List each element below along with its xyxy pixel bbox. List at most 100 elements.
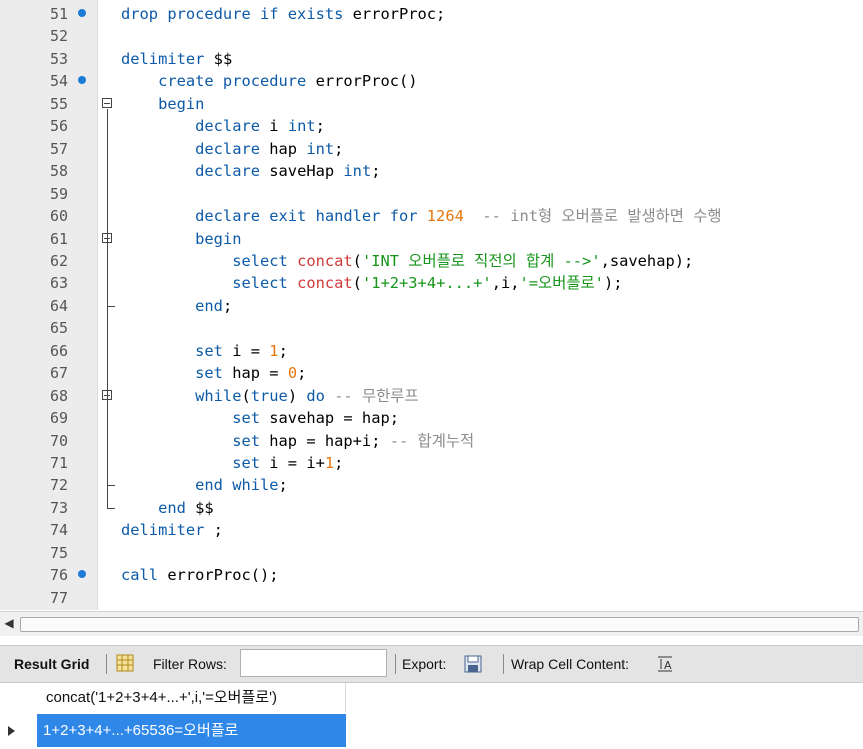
toolbar-divider	[395, 654, 396, 674]
code-line[interactable]: 60 declare exit handler for 1264 -- int형…	[0, 205, 863, 227]
current-row-icon	[8, 726, 15, 736]
code-line[interactable]: 70 set hap = hap+i; -- 합계누적	[0, 430, 863, 452]
line-number: 67	[49, 364, 68, 383]
code-line[interactable]: 63 select concat('1+2+3+4+...+',i,'=오버플로…	[0, 272, 863, 294]
code-text: create procedure errorProc()	[121, 72, 418, 91]
fold-guide	[107, 243, 108, 306]
code-line[interactable]: 72 end while;	[0, 474, 863, 496]
code-line[interactable]: 68 while(true) do -- 무한루프	[0, 385, 863, 407]
code-line[interactable]: 67 set hap = 0;	[0, 362, 863, 384]
scrollbar-thumb[interactable]	[20, 617, 859, 632]
code-line[interactable]: 56 declare i int;	[0, 115, 863, 137]
code-line[interactable]: 69 set savehap = hap;	[0, 407, 863, 429]
line-number: 68	[49, 386, 68, 405]
line-number: 54	[49, 72, 68, 91]
statement-marker-icon	[78, 76, 86, 85]
svg-text:A: A	[664, 659, 672, 672]
line-number: 52	[49, 27, 68, 46]
line-number: 74	[49, 521, 68, 540]
code-line[interactable]: 64 end;	[0, 295, 863, 317]
code-text: declare i int;	[121, 117, 325, 136]
code-text: select concat('INT 오버플로 직전의 합계 -->',save…	[121, 251, 694, 270]
wrap-cell-label: Wrap Cell Content:	[511, 656, 630, 672]
line-number: 58	[49, 162, 68, 181]
line-number: 62	[49, 251, 68, 270]
code-line[interactable]: 73 end $$	[0, 497, 863, 519]
code-line[interactable]: 65	[0, 317, 863, 339]
code-line[interactable]: 61 begin	[0, 228, 863, 250]
code-line[interactable]: 74 delimiter ;	[0, 519, 863, 541]
line-number: 71	[49, 454, 68, 472]
code-text: begin	[121, 229, 242, 248]
fold-end-marker	[107, 305, 115, 307]
code-text: drop procedure if exists errorProc;	[121, 5, 446, 23]
code-line[interactable]: 77	[0, 587, 863, 609]
filter-rows-label: Filter Rows:	[153, 656, 227, 672]
code-text: begin	[121, 94, 205, 113]
scroll-left-icon[interactable]: ◀	[2, 615, 16, 631]
code-text: set savehap = hap;	[121, 409, 399, 428]
grid-layout-icon[interactable]	[116, 654, 134, 672]
code-line[interactable]: 52	[0, 25, 863, 47]
code-line[interactable]: 75	[0, 542, 863, 564]
code-text: set i = i+1;	[121, 454, 344, 472]
horizontal-scrollbar[interactable]: ◀	[0, 611, 863, 636]
code-text: declare hap int;	[121, 139, 344, 158]
code-text: delimiter $$	[121, 49, 233, 68]
code-line[interactable]: 66 set i = 1;	[0, 340, 863, 362]
code-line[interactable]: 51 drop procedure if exists errorProc;	[0, 3, 863, 25]
result-grid-tab[interactable]: Result Grid	[14, 646, 89, 682]
result-toolbar: Result Grid Filter Rows: Export: Wrap Ce…	[0, 645, 863, 683]
code-line[interactable]: 71 set i = i+1;	[0, 452, 863, 474]
sql-editor[interactable]: 51 drop procedure if exists errorProc; 52 5…	[0, 0, 863, 610]
fold-end-marker	[107, 507, 115, 509]
fold-guide	[107, 400, 108, 486]
line-number: 72	[49, 476, 68, 495]
fold-end-marker	[107, 485, 115, 487]
toolbar-divider	[503, 654, 504, 674]
toolbar-divider	[106, 654, 107, 674]
export-label: Export:	[402, 656, 447, 672]
line-number: 77	[49, 588, 68, 607]
line-number: 59	[49, 184, 68, 203]
line-number: 53	[49, 49, 68, 68]
code-line[interactable]: 57 declare hap int;	[0, 138, 863, 160]
line-number: 64	[49, 296, 68, 315]
export-icon[interactable]	[463, 654, 483, 674]
line-number: 70	[49, 431, 68, 450]
line-number: 75	[49, 543, 68, 562]
line-number: 56	[49, 117, 68, 136]
code-text: set hap = hap+i; -- 합계누적	[121, 431, 475, 450]
code-line[interactable]: 62 select concat('INT 오버플로 직전의 합계 -->',s…	[0, 250, 863, 272]
code-line[interactable]: 58 declare saveHap int;	[0, 160, 863, 182]
code-text: call errorProc();	[121, 566, 279, 585]
line-number: 57	[49, 139, 68, 158]
fold-toggle-icon[interactable]	[102, 97, 112, 108]
column-header[interactable]: concat('1+2+3+4+...+',i,'=오버플로')	[37, 683, 346, 712]
wrap-text-icon[interactable]: A	[657, 656, 673, 672]
statement-marker-icon	[78, 570, 86, 579]
code-line[interactable]: 55 begin	[0, 93, 863, 115]
code-text: end while;	[121, 476, 288, 495]
result-grid[interactable]: concat('1+2+3+4+...+',i,'=오버플로') 1+2+3+4…	[0, 683, 863, 749]
code-text: while(true) do -- 무한루프	[121, 386, 419, 405]
line-number: 63	[49, 274, 68, 293]
code-line[interactable]: 54 create procedure errorProc()	[0, 70, 863, 92]
code-line[interactable]: 59	[0, 183, 863, 205]
code-text: select concat('1+2+3+4+...+',i,'=오버플로');	[121, 274, 623, 293]
line-number: 60	[49, 207, 68, 226]
code-line[interactable]: 76 call errorProc();	[0, 564, 863, 586]
line-number: 69	[49, 409, 68, 428]
line-number: 76	[49, 566, 68, 585]
code-text: declare saveHap int;	[121, 162, 381, 181]
line-number: 51	[49, 5, 68, 23]
code-text: end;	[121, 296, 233, 315]
result-cell[interactable]: 1+2+3+4+...+65536=오버플로	[37, 714, 346, 747]
code-text: declare exit handler for 1264 -- int형 오버…	[121, 207, 722, 226]
row-header[interactable]	[0, 714, 30, 748]
code-text: set i = 1;	[121, 341, 288, 360]
code-line[interactable]: 53 delimiter $$	[0, 48, 863, 70]
code-text: end $$	[121, 498, 214, 517]
line-number: 66	[49, 341, 68, 360]
filter-rows-input[interactable]	[240, 649, 387, 677]
